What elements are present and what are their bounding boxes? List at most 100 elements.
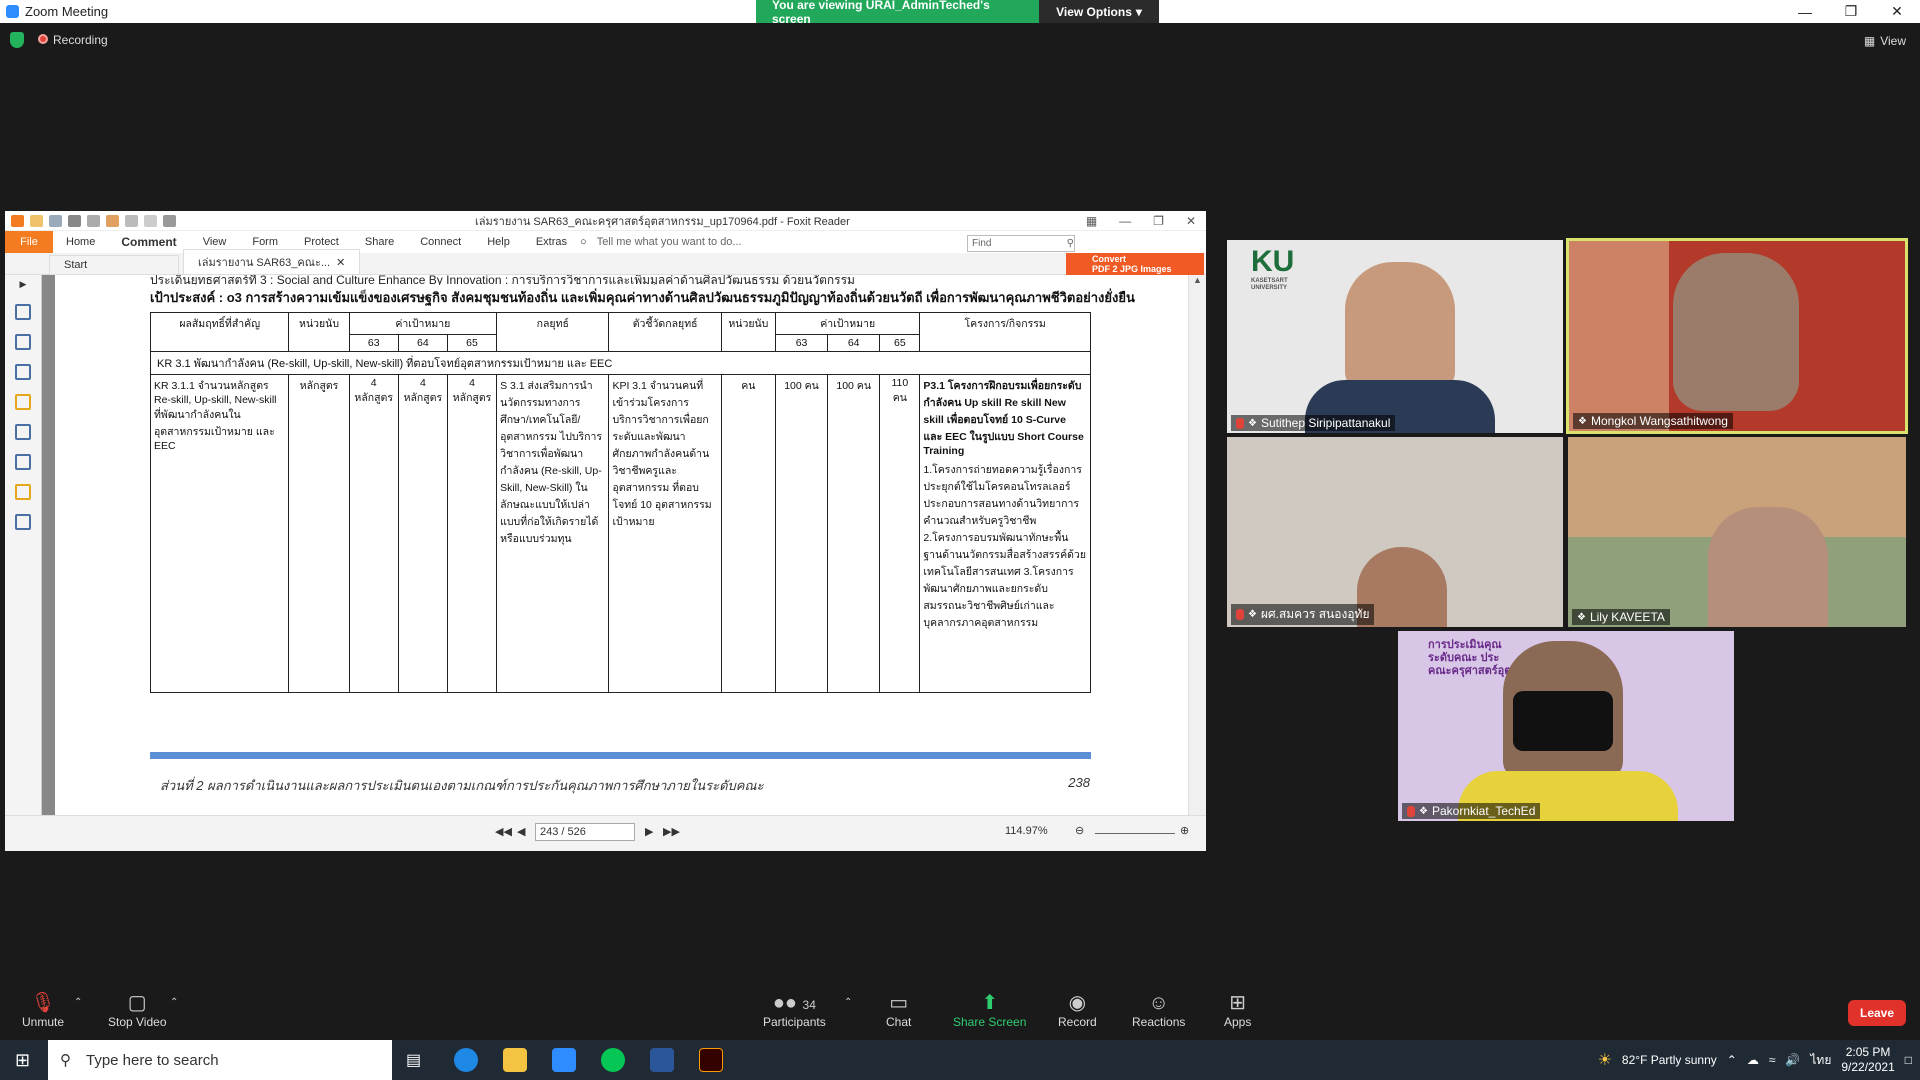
illustrator-icon[interactable] (699, 1048, 723, 1072)
task-view-icon[interactable]: ▤ (406, 1050, 421, 1070)
expand-panel-icon[interactable]: ▶ (5, 279, 41, 290)
comments-panel-icon[interactable] (15, 394, 31, 410)
pin-icon: ❖ (1248, 609, 1257, 620)
foxit-close-icon[interactable]: ✕ (1186, 214, 1196, 228)
hand-tool-icon[interactable] (163, 214, 176, 227)
bookmark-panel-icon[interactable] (15, 304, 31, 320)
convert-pdf-jpg-button[interactable]: Convert PDF 2 JPG Images (1066, 253, 1204, 275)
menu-help[interactable]: Help (474, 236, 523, 248)
unmute-button[interactable]: 🎙 Unmute (22, 991, 64, 1029)
notifications-icon[interactable]: □ (1905, 1053, 1912, 1067)
leave-button[interactable]: Leave (1848, 1000, 1906, 1026)
video-tile-3[interactable]: ❖ ผศ.สมควร สนองอุทัย (1227, 437, 1563, 627)
find-search-icon[interactable]: ⚲ (1067, 238, 1074, 249)
layers-panel-icon[interactable] (15, 364, 31, 380)
foxit-restore-icon[interactable]: ❐ (1153, 214, 1164, 228)
ku-logo-line2: UNIVERSITY (1251, 285, 1288, 291)
tab-start[interactable]: Start (49, 255, 179, 274)
new-icon[interactable] (106, 214, 119, 227)
audio-options-chevron-icon[interactable]: ⌃ (74, 997, 82, 1008)
tab-close-icon[interactable]: ✕ (336, 257, 345, 269)
menu-home[interactable]: Home (53, 236, 108, 248)
page-footer: ส่วนที่ 2 ผลการดำเนินงานและผลการประเมินต… (160, 775, 1090, 796)
video-tile-2-active-speaker[interactable]: ❖ Mongkol Wangsathitwong (1566, 238, 1908, 434)
wifi-icon[interactable]: ≈ (1769, 1053, 1776, 1067)
first-page-icon[interactable]: ◀◀ (495, 825, 512, 838)
scroll-up-icon[interactable]: ▲ (1189, 275, 1206, 285)
find-input[interactable]: Find ⚲ (967, 235, 1075, 252)
email-icon[interactable] (87, 214, 100, 227)
zoom-taskbar-icon[interactable] (552, 1048, 576, 1072)
file-explorer-icon[interactable] (503, 1048, 527, 1072)
zoom-out-icon[interactable]: ⊖ (1075, 824, 1084, 837)
apps-button[interactable]: ⊞ Apps (1224, 991, 1251, 1029)
menu-form[interactable]: Form (239, 236, 291, 248)
participants-button[interactable]: ●● 34 Participants (763, 991, 826, 1029)
record-button[interactable]: ◉ Record (1058, 991, 1097, 1029)
tab-document[interactable]: เล่มรายงาน SAR63_คณะ... ✕ (183, 249, 361, 274)
taskbar-clock[interactable]: 2:05 PM 9/22/2021 (1841, 1045, 1894, 1075)
line-icon[interactable] (601, 1048, 625, 1072)
page-number: 238 (1068, 775, 1090, 790)
menu-protect[interactable]: Protect (291, 236, 352, 248)
zoom-level[interactable]: 114.97% (1005, 825, 1048, 837)
view-options-button[interactable]: View Options ▾ (1039, 0, 1159, 23)
tell-me-field[interactable]: Tell me what you want to do... (597, 236, 742, 248)
cell-kpi: KPI 3.1 จำนวนคนที่เข้าร่วมโครงการบริการว… (608, 374, 722, 693)
unmute-label: Unmute (22, 1015, 65, 1029)
prev-page-icon[interactable]: ◀ (517, 825, 525, 838)
last-page-icon[interactable]: ▶▶ (663, 825, 680, 838)
menu-share[interactable]: Share (352, 236, 407, 248)
tray-chevron-icon[interactable]: ⌃ (1727, 1053, 1737, 1067)
next-page-icon[interactable]: ▶ (645, 825, 653, 838)
mic-muted-icon (1407, 805, 1415, 817)
video-tile-1[interactable]: KU KASETSART UNIVERSITY ❖ Sutithep Siripi… (1227, 240, 1563, 433)
security-panel-icon[interactable] (15, 484, 31, 500)
sign-panel-icon[interactable] (15, 514, 31, 530)
open-icon[interactable] (30, 214, 43, 227)
chat-button[interactable]: ▭ Chat (886, 991, 911, 1029)
edge-icon[interactable] (454, 1048, 478, 1072)
share-screen-button[interactable]: ⬆ Share Screen (953, 991, 1026, 1029)
view-button[interactable]: ▦ View (1864, 34, 1906, 48)
recording-indicator[interactable]: Recording (38, 33, 108, 47)
windows-start-icon[interactable]: ⊞ (15, 1050, 30, 1071)
onedrive-icon[interactable]: ☁ (1747, 1053, 1759, 1067)
security-shield-icon[interactable] (10, 32, 24, 48)
save-icon[interactable] (49, 214, 62, 227)
menu-extras[interactable]: Extras (523, 236, 580, 248)
signature-panel-icon[interactable] (15, 454, 31, 470)
close-icon[interactable]: ✕ (1874, 0, 1920, 23)
page-number-input[interactable]: 243 / 526 (535, 823, 635, 841)
minimize-icon[interactable]: — (1782, 0, 1828, 23)
stop-video-button[interactable]: ▢ Stop Video (108, 991, 167, 1029)
redo-icon[interactable] (144, 214, 157, 227)
foxit-minimize-icon[interactable]: — (1119, 214, 1131, 228)
vertical-scrollbar[interactable]: ▲ (1188, 275, 1206, 815)
menu-comment[interactable]: Comment (108, 235, 189, 249)
word-icon[interactable] (650, 1048, 674, 1072)
cell-k64: 100 คน (827, 374, 881, 693)
pages-panel-icon[interactable] (15, 334, 31, 350)
participants-chevron-icon[interactable]: ⌃ (844, 997, 852, 1008)
video-options-chevron-icon[interactable]: ⌃ (170, 997, 178, 1008)
menu-file[interactable]: File (5, 231, 53, 253)
menu-connect[interactable]: Connect (407, 236, 474, 248)
taskbar-search-input[interactable]: ⚲ Type here to search (48, 1040, 392, 1080)
attachments-panel-icon[interactable] (15, 424, 31, 440)
foxit-window-controls: ▦ — ❐ ✕ (1086, 214, 1196, 228)
pin-icon: ❖ (1248, 417, 1257, 429)
zoom-slider[interactable] (1095, 833, 1175, 834)
video-tile-4[interactable]: ❖ Lily KAVEETA (1568, 437, 1906, 627)
input-language[interactable]: ไทย (1810, 1051, 1831, 1070)
layout-icon[interactable]: ▦ (1086, 214, 1097, 228)
volume-icon[interactable]: 🔊 (1785, 1053, 1800, 1067)
video-tile-5[interactable]: การประเมินคุณ ระดับคณะ ประ คณะครุศาสตร์อ… (1398, 631, 1734, 821)
print-icon[interactable] (68, 214, 81, 227)
reactions-button[interactable]: ☺ Reactions (1132, 991, 1185, 1029)
undo-icon[interactable] (125, 214, 138, 227)
restore-icon[interactable]: ❐ (1828, 0, 1874, 23)
zoom-in-icon[interactable]: ⊕ (1180, 824, 1189, 837)
menu-view[interactable]: View (190, 236, 240, 248)
weather-text[interactable]: 82°F Partly sunny (1622, 1053, 1717, 1067)
